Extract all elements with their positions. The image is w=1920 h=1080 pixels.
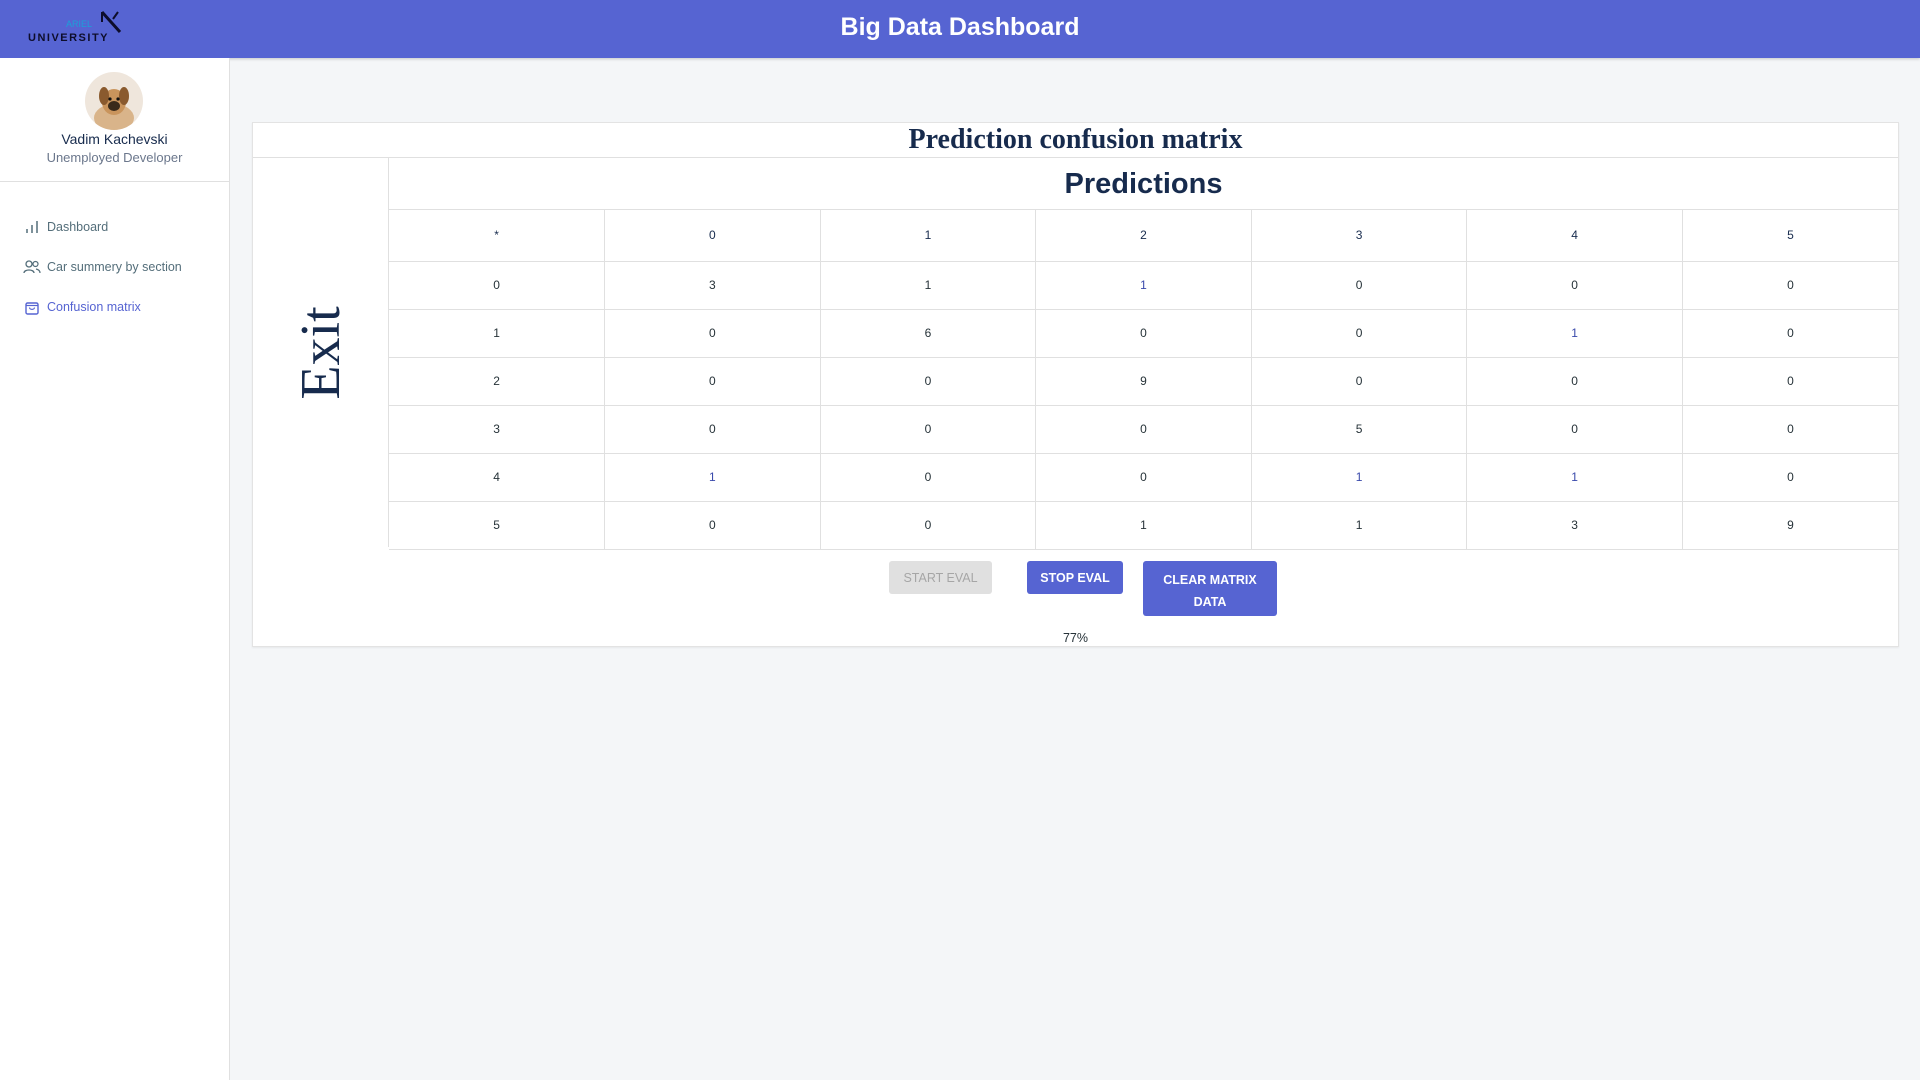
matrix-cell: 1: [1035, 261, 1252, 310]
matrix-cell: 0: [1466, 405, 1683, 454]
matrix-cell: 1: [604, 453, 821, 502]
sidebar: Vadim Kachevski Unemployed Developer Das…: [0, 58, 230, 1080]
matrix-cell: 0: [1251, 261, 1468, 310]
row-header: 3: [389, 405, 606, 454]
clear-matrix-data-button[interactable]: CLEAR MATRIX DATA: [1143, 561, 1277, 616]
matrix-cell: 0: [604, 309, 821, 358]
matrix-cell: 3: [1466, 501, 1683, 550]
matrix-cell: 0: [820, 501, 1037, 550]
row-header: 0: [389, 261, 606, 310]
matrix-cell: 1: [1466, 453, 1683, 502]
clear-button-label-line2: DATA: [1193, 594, 1227, 609]
user-name: Vadim Kachevski: [61, 131, 168, 147]
sidebar-nav: Dashboard Car summery by section Confusi…: [0, 207, 229, 327]
matrix-cell: 0: [1035, 405, 1252, 454]
clear-button-label-line1: CLEAR MATRIX: [1163, 572, 1257, 587]
bar-chart-icon: [22, 217, 42, 237]
matrix-cell: 0: [820, 357, 1037, 406]
matrix-cell: 0: [1035, 309, 1252, 358]
matrix-cell: 0: [1466, 357, 1683, 406]
matrix-cell: 0: [1251, 309, 1468, 358]
accuracy-percent: 77%: [1062, 631, 1089, 645]
row-header: 5: [389, 501, 606, 550]
column-header: 5: [1682, 210, 1898, 262]
top-app-bar: ARIEL UNIVERSITY Big Data Dashboard: [0, 0, 1920, 58]
table-row: 5 0 0 1 1 3 9: [389, 501, 1898, 550]
matrix-cell: 9: [1682, 501, 1898, 550]
row-axis-label: Exit: [290, 306, 352, 400]
sidebar-divider: [0, 181, 229, 182]
matrix-cell: 0: [1682, 357, 1898, 406]
matrix-cell: 9: [1035, 357, 1252, 406]
matrix-cell: 1: [1035, 501, 1252, 550]
column-header: 2: [1035, 210, 1252, 262]
table-row: 1 0 6 0 0 1 0: [389, 309, 1898, 358]
matrix-cell: 3: [604, 261, 821, 310]
column-axis-label: Predictions: [389, 158, 1898, 210]
avatar-dog-image: [85, 72, 143, 130]
sidebar-item-label: Dashboard: [47, 220, 109, 234]
matrix-cell: 0: [1682, 405, 1898, 454]
matrix-cell: 1: [1251, 501, 1468, 550]
matrix-cell: 1: [1251, 453, 1468, 502]
matrix-cell: 0: [1682, 309, 1898, 358]
column-header: 3: [1251, 210, 1468, 262]
sidebar-item-confusion-matrix[interactable]: Confusion matrix: [0, 287, 229, 327]
matrix-cell: 5: [1251, 405, 1468, 454]
matrix-cell: 0: [1035, 453, 1252, 502]
table-row: 2 0 0 9 0 0 0: [389, 357, 1898, 406]
confusion-matrix-table: * 0 1 2 3 4 5 0 3 1 1 0 0 0 1 0 6 0 0 1 …: [389, 210, 1898, 550]
row-header: 2: [389, 357, 606, 406]
start-eval-button[interactable]: START EVAL: [889, 561, 992, 594]
column-header: 1: [820, 210, 1037, 262]
stop-eval-button[interactable]: STOP EVAL: [1027, 561, 1123, 594]
column-header: 0: [604, 210, 821, 262]
matrix-cell: 6: [820, 309, 1037, 358]
table-row: 3 0 0 0 5 0 0: [389, 405, 1898, 454]
sidebar-item-label: Confusion matrix: [47, 300, 141, 314]
matrix-cell: 0: [604, 357, 821, 406]
matrix-cell: 0: [1466, 261, 1683, 310]
row-header: 1: [389, 309, 606, 358]
sidebar-item-car-summary[interactable]: Car summery by section: [0, 247, 229, 287]
user-role: Unemployed Developer: [46, 150, 183, 165]
matrix-cell: 1: [820, 261, 1037, 310]
row-axis-column: Exit: [253, 158, 389, 547]
corner-cell: *: [389, 210, 606, 262]
app-title: Big Data Dashboard: [840, 13, 1080, 41]
matrix-cell: 0: [604, 501, 821, 550]
confusion-matrix-card: Prediction confusion matrix Exit Predict…: [252, 122, 1899, 647]
table-row: 0 3 1 1 0 0 0: [389, 261, 1898, 310]
matrix-cell: 1: [1466, 309, 1683, 358]
sidebar-item-label: Car summery by section: [47, 260, 182, 274]
row-header: 4: [389, 453, 606, 502]
matrix-cell: 0: [1682, 453, 1898, 502]
avatar[interactable]: [85, 72, 143, 130]
matrix-cell: 0: [820, 405, 1037, 454]
shopping-bag-icon: [22, 297, 42, 317]
card-title: Prediction confusion matrix: [253, 123, 1898, 158]
matrix-cell: 0: [1682, 261, 1898, 310]
column-header: 4: [1466, 210, 1683, 262]
users-icon: [22, 257, 42, 277]
table-header-row: * 0 1 2 3 4 5: [389, 210, 1898, 262]
matrix-cell: 0: [1251, 357, 1468, 406]
matrix-cell: 0: [604, 405, 821, 454]
matrix-cell: 0: [820, 453, 1037, 502]
sidebar-item-dashboard[interactable]: Dashboard: [0, 207, 229, 247]
table-row: 4 1 0 0 1 1 0: [389, 453, 1898, 502]
